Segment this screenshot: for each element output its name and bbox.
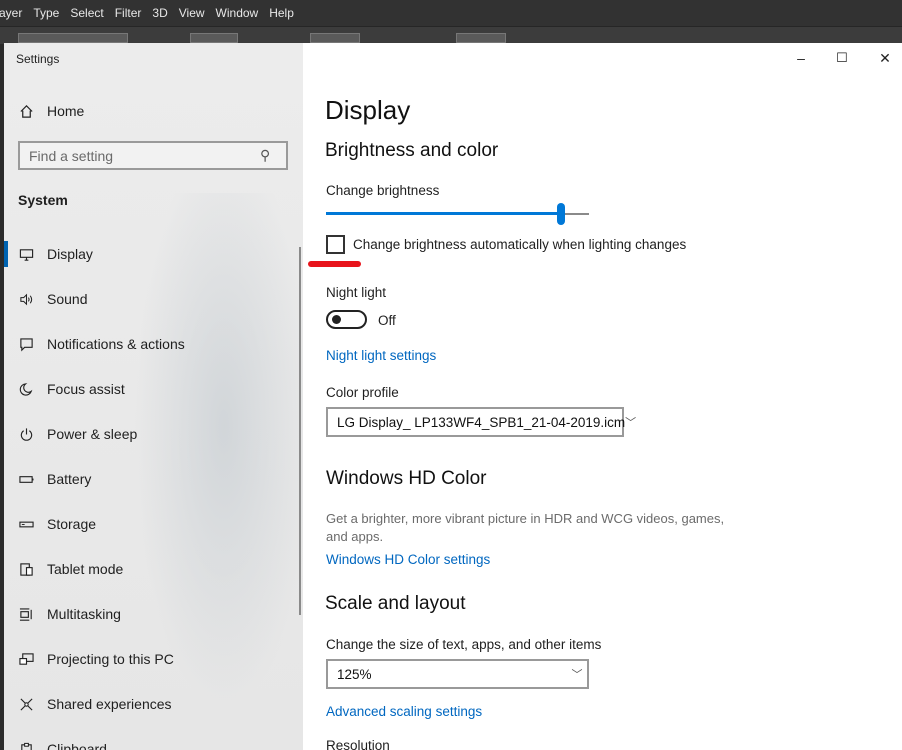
sidebar-item-label: Power & sleep bbox=[47, 426, 138, 442]
clipboard-icon bbox=[18, 741, 34, 750]
speaker-icon bbox=[18, 291, 34, 307]
window-title: Settings bbox=[16, 52, 60, 66]
ps-menu-filter[interactable]: Filter bbox=[115, 6, 142, 20]
sidebar-item-label: Projecting to this PC bbox=[47, 651, 174, 667]
close-button[interactable]: ✕ bbox=[874, 49, 896, 67]
multitasking-icon bbox=[18, 606, 34, 622]
storage-icon bbox=[18, 516, 34, 532]
color-profile-label: Color profile bbox=[326, 385, 399, 400]
scale-dropdown[interactable]: 125% ﹀ bbox=[326, 659, 589, 689]
sidebar-item-sound[interactable]: Sound bbox=[4, 279, 303, 319]
brightness-heading: Brightness and color bbox=[325, 140, 499, 161]
ps-menu-layer[interactable]: ayer bbox=[0, 6, 22, 20]
night-light-toggle[interactable] bbox=[326, 310, 367, 329]
toggle-knob bbox=[332, 315, 341, 324]
sidebar-item-focus-assist[interactable]: Focus assist bbox=[4, 369, 303, 409]
section-label: System bbox=[18, 192, 68, 208]
ps-option-field[interactable] bbox=[190, 33, 238, 43]
ps-menu-window[interactable]: Window bbox=[216, 6, 259, 20]
search-box[interactable]: ⚲ bbox=[18, 141, 288, 170]
sidebar-scrollbar[interactable] bbox=[299, 247, 301, 615]
brightness-slider-thumb[interactable] bbox=[557, 203, 565, 225]
maximize-button[interactable]: ☐ bbox=[831, 49, 853, 67]
chevron-down-icon: ﹀ bbox=[571, 669, 583, 681]
sidebar-item-label: Clipboard bbox=[47, 741, 107, 750]
display-settings-pane: – ☐ ✕ Display Brightness and color Chang… bbox=[303, 43, 902, 750]
sidebar-item-shared-experiences[interactable]: Shared experiences bbox=[4, 684, 303, 724]
tablet-icon bbox=[18, 561, 34, 577]
auto-brightness-checkbox[interactable] bbox=[326, 235, 345, 254]
sidebar-item-label: Multitasking bbox=[47, 606, 121, 622]
sidebar-item-label: Shared experiences bbox=[47, 696, 172, 712]
sidebar-item-label: Home bbox=[47, 103, 85, 119]
sidebar-item-display[interactable]: Display bbox=[4, 234, 303, 274]
sidebar-item-home[interactable]: Home bbox=[4, 91, 303, 131]
ps-menu-type[interactable]: Type bbox=[33, 6, 59, 20]
brightness-label: Change brightness bbox=[326, 183, 440, 198]
color-profile-dropdown[interactable]: LG Display_ LP133WF4_SPB1_21-04-2019.icm… bbox=[326, 407, 636, 437]
sidebar-item-power-sleep[interactable]: Power & sleep bbox=[4, 414, 303, 454]
ps-option-field[interactable] bbox=[18, 33, 128, 43]
chevron-down-icon: ﹀ bbox=[625, 417, 637, 429]
hd-color-settings-link[interactable]: Windows HD Color settings bbox=[326, 552, 490, 567]
settings-window: Settings Home ⚲ System Display Sound bbox=[4, 43, 902, 750]
scale-value: 125% bbox=[337, 666, 372, 682]
sidebar-item-label: Notifications & actions bbox=[47, 336, 185, 352]
projecting-icon bbox=[18, 651, 34, 667]
ps-menu-help[interactable]: Help bbox=[269, 6, 294, 20]
red-annotation-mark bbox=[308, 261, 361, 267]
sidebar-item-label: Storage bbox=[47, 516, 97, 532]
sidebar-item-label: Battery bbox=[47, 471, 92, 487]
sidebar-item-tablet-mode[interactable]: Tablet mode bbox=[4, 549, 303, 589]
scale-layout-heading: Scale and layout bbox=[325, 593, 466, 614]
sidebar-item-notifications[interactable]: Notifications & actions bbox=[4, 324, 303, 364]
brightness-slider-fill bbox=[326, 212, 561, 215]
ps-menu-3d[interactable]: 3D bbox=[152, 6, 167, 20]
hd-color-heading: Windows HD Color bbox=[326, 468, 487, 489]
sidebar-item-label: Sound bbox=[47, 291, 88, 307]
auto-brightness-label: Change brightness automatically when lig… bbox=[353, 237, 687, 252]
notification-icon bbox=[18, 336, 34, 352]
ps-option-field[interactable] bbox=[456, 33, 506, 43]
page-title: Display bbox=[325, 95, 411, 125]
sidebar: Settings Home ⚲ System Display Sound bbox=[4, 43, 303, 750]
scale-label: Change the size of text, apps, and other… bbox=[326, 637, 602, 652]
power-icon bbox=[18, 426, 34, 442]
moon-icon bbox=[18, 381, 34, 397]
ps-menu-select[interactable]: Select bbox=[70, 6, 103, 20]
sidebar-item-label: Focus assist bbox=[47, 381, 125, 397]
shared-icon bbox=[18, 696, 34, 712]
sidebar-item-label: Display bbox=[47, 246, 93, 262]
night-light-label: Night light bbox=[326, 285, 387, 300]
search-icon: ⚲ bbox=[260, 147, 271, 163]
ps-menu-view[interactable]: View bbox=[179, 6, 205, 20]
minimize-button[interactable]: – bbox=[790, 49, 812, 67]
sidebar-item-storage[interactable]: Storage bbox=[4, 504, 303, 544]
resolution-label: Resolution bbox=[326, 738, 390, 750]
night-light-state: Off bbox=[378, 313, 396, 328]
monitor-icon bbox=[18, 246, 34, 262]
sidebar-item-battery[interactable]: Battery bbox=[4, 459, 303, 499]
home-icon bbox=[18, 103, 34, 119]
photoshop-options-bar bbox=[0, 26, 902, 44]
advanced-scaling-link[interactable]: Advanced scaling settings bbox=[326, 704, 482, 719]
photoshop-menubar: ayer Type Select Filter 3D View Window H… bbox=[0, 0, 902, 26]
night-light-settings-link[interactable]: Night light settings bbox=[326, 348, 436, 363]
ps-option-field[interactable] bbox=[310, 33, 360, 43]
sidebar-item-clipboard[interactable]: Clipboard bbox=[4, 729, 303, 750]
search-input[interactable] bbox=[20, 147, 260, 164]
color-profile-value: LG Display_ LP133WF4_SPB1_21-04-2019.icm bbox=[337, 414, 626, 430]
sidebar-item-multitasking[interactable]: Multitasking bbox=[4, 594, 303, 634]
sidebar-item-label: Tablet mode bbox=[47, 561, 124, 577]
hd-color-description: Get a brighter, more vibrant picture in … bbox=[326, 511, 725, 544]
sidebar-item-projecting[interactable]: Projecting to this PC bbox=[4, 639, 303, 679]
battery-icon bbox=[18, 471, 34, 487]
